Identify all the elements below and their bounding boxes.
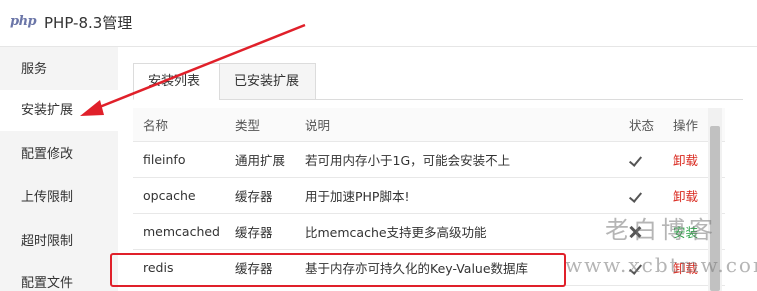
sidebar-item-config-file[interactable]: 配置文件 bbox=[0, 263, 118, 291]
ext-type: 通用扩展 bbox=[235, 153, 286, 168]
table-header-row: 名称 类型 说明 状态 操作 bbox=[133, 108, 725, 142]
check-icon bbox=[629, 154, 643, 166]
sidebar-item-config-edit[interactable]: 配置修改 bbox=[0, 134, 118, 175]
sidebar-item-upload-limit[interactable]: 上传限制 bbox=[0, 177, 118, 218]
window-title: PHP-8.3管理 bbox=[44, 14, 133, 32]
header-status: 状态 bbox=[629, 118, 655, 133]
ext-name: fileinfo bbox=[143, 152, 186, 167]
uninstall-button[interactable]: 卸载 bbox=[673, 142, 698, 177]
ext-type: 缓存器 bbox=[235, 189, 273, 204]
ext-name: memcached bbox=[143, 224, 220, 239]
status-cell bbox=[629, 178, 643, 213]
ext-desc: 比memcache支持更多高级功能 bbox=[305, 225, 487, 240]
ext-name: opcache bbox=[143, 188, 196, 203]
sidebar-item-timeout-limit[interactable]: 超时限制 bbox=[0, 221, 118, 262]
watermark-url: www.xcbtmw.com bbox=[565, 253, 757, 277]
status-cell bbox=[629, 142, 643, 177]
header-name: 名称 bbox=[143, 118, 169, 133]
table-row: opcache 缓存器 用于加速PHP脚本! 卸载 bbox=[133, 178, 725, 214]
php-logo-icon: php bbox=[10, 14, 37, 29]
table-row: fileinfo 通用扩展 若可用内存小于1G，可能会安装不上 卸载 bbox=[133, 142, 725, 178]
ext-desc: 用于加速PHP脚本! bbox=[305, 189, 410, 204]
header-op: 操作 bbox=[673, 118, 699, 133]
ext-type: 缓存器 bbox=[235, 225, 273, 240]
header-desc: 说明 bbox=[305, 118, 331, 133]
ext-desc: 若可用内存小于1G，可能会安装不上 bbox=[305, 153, 511, 168]
watermark-text: 老白博客 bbox=[605, 216, 717, 244]
sidebar-item-install-extensions[interactable]: 安装扩展 bbox=[0, 90, 118, 131]
sidebar-item-service[interactable]: 服务 bbox=[0, 49, 118, 90]
check-icon bbox=[629, 190, 643, 202]
uninstall-button[interactable]: 卸载 bbox=[673, 178, 698, 213]
header-type: 类型 bbox=[235, 118, 261, 133]
title-bar: php PHP-8.3管理 bbox=[0, 0, 757, 47]
annotation-highlight-box bbox=[110, 253, 566, 287]
tab-bar: 安装列表 已安装扩展 bbox=[133, 63, 743, 100]
tab-install-list[interactable]: 安装列表 bbox=[133, 63, 220, 100]
tab-installed-extensions[interactable]: 已安装扩展 bbox=[219, 63, 316, 100]
sidebar: 服务 安装扩展 配置修改 上传限制 超时限制 配置文件 bbox=[0, 47, 118, 291]
